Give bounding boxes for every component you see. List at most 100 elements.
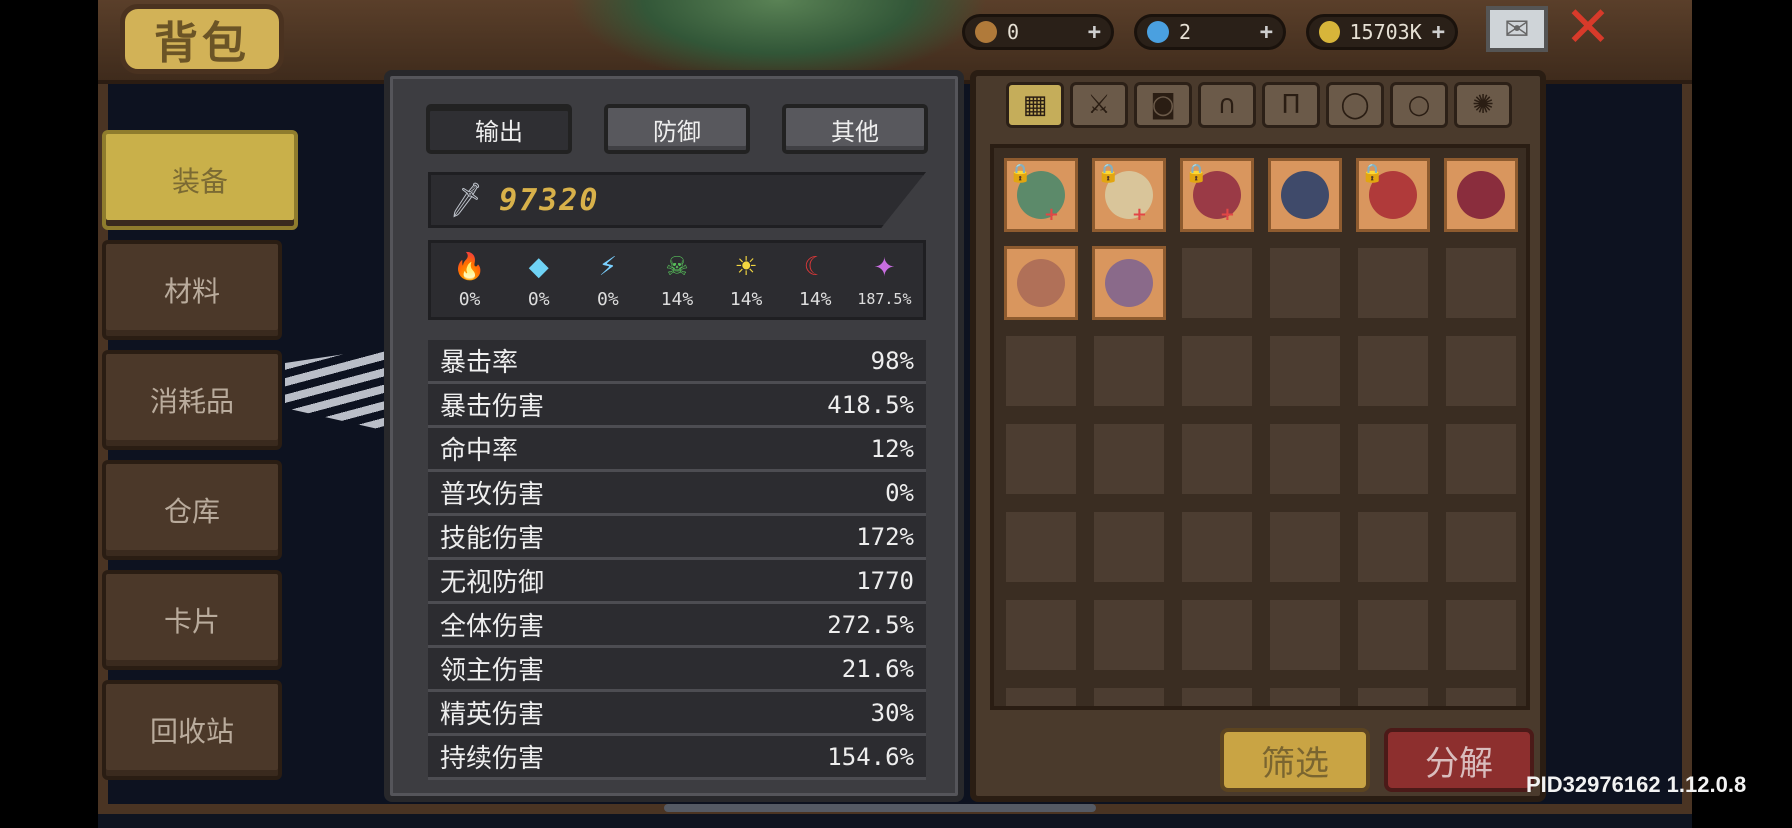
add-currency-button[interactable]: + (1432, 20, 1445, 45)
inventory-slot[interactable] (1444, 158, 1518, 232)
empty-inventory-slot[interactable] (1004, 422, 1078, 496)
player-id-version: PID32976162 1.12.0.8 (1526, 772, 1747, 797)
arcane-icon: ✦ (873, 253, 896, 283)
element-stat: ⚡ 0% (576, 251, 640, 310)
stat-row: 全体伤害 272.5% (428, 604, 926, 648)
empty-inventory-slot[interactable] (1268, 510, 1342, 584)
all-grid-icon[interactable]: ▦ (1006, 82, 1064, 128)
empty-inventory-slot[interactable] (1268, 422, 1342, 496)
sidebar-item-5[interactable]: 回收站 (102, 680, 282, 780)
holy-sun-icon: ☀ (734, 251, 758, 282)
empty-inventory-slot[interactable] (1268, 598, 1342, 672)
empty-inventory-slot[interactable] (1444, 598, 1518, 672)
empty-inventory-slot[interactable] (1444, 510, 1518, 584)
empty-inventory-slot[interactable] (1444, 334, 1518, 408)
empty-inventory-slot[interactable] (1180, 422, 1254, 496)
combat-power-value: 97320 (499, 182, 600, 218)
stat-row: 领主伤害 21.6% (428, 648, 926, 692)
filter-button[interactable]: 筛选 (1220, 728, 1370, 792)
dismantle-button[interactable]: 分解 (1384, 728, 1534, 792)
stat-value: 30% (870, 698, 914, 727)
empty-inventory-slot[interactable] (1092, 422, 1166, 496)
element-stat: ☾ 14% (783, 251, 847, 310)
mail-icon[interactable]: ✉ (1486, 6, 1548, 52)
empty-inventory-slot[interactable] (1356, 246, 1430, 320)
ice-crystal-icon: ◆ (528, 251, 549, 282)
empty-inventory-slot[interactable] (1004, 334, 1078, 408)
empty-inventory-slot[interactable] (1356, 422, 1430, 496)
element-value: 0% (597, 288, 619, 310)
inventory-grid: 🔒 + 🔒 + 🔒 + 🔒 (1004, 158, 1526, 706)
pants-icon[interactable]: Π (1262, 82, 1320, 128)
element-stat: 🔥 0% (438, 251, 502, 310)
sidebar-item-3[interactable]: 仓库 (102, 460, 282, 560)
inventory-slot[interactable]: 🔒 + (1180, 158, 1254, 232)
stone-item (1105, 259, 1153, 307)
empty-inventory-slot[interactable] (1356, 334, 1430, 408)
scrollbar[interactable] (664, 804, 1096, 812)
empty-inventory-slot[interactable] (1180, 246, 1254, 320)
inventory-slot[interactable]: 🔒 + (1004, 158, 1078, 232)
empty-inventory-slot[interactable] (1180, 598, 1254, 672)
currency-value: 0 (1007, 20, 1020, 44)
inventory-slot[interactable] (1004, 246, 1078, 320)
empty-inventory-slot[interactable] (1004, 510, 1078, 584)
empty-inventory-slot[interactable] (1444, 686, 1518, 706)
empty-inventory-slot[interactable] (1268, 246, 1342, 320)
stat-value: 98% (870, 346, 914, 375)
empty-inventory-slot[interactable] (1444, 246, 1518, 320)
inventory-slot[interactable]: 🔒 + (1092, 158, 1166, 232)
combat-power: 🗡 97320 (428, 172, 926, 228)
currency-2: 15703K + (1306, 14, 1458, 50)
lock-icon: 🔒 (1185, 163, 1208, 184)
empty-inventory-slot[interactable] (1092, 334, 1166, 408)
lightning-icon: ⚡ (598, 251, 617, 282)
empty-inventory-slot[interactable] (1268, 334, 1342, 408)
add-currency-button[interactable]: + (1088, 20, 1101, 45)
stat-value: 21.6% (841, 654, 914, 683)
tab-output[interactable]: 输出 (426, 104, 572, 154)
empty-inventory-slot[interactable] (1356, 598, 1430, 672)
stat-label: 暴击率 (440, 348, 519, 378)
empty-inventory-slot[interactable] (1268, 686, 1342, 706)
stat-label: 命中率 (440, 436, 519, 466)
empty-inventory-slot[interactable] (1004, 686, 1078, 706)
gear-icon[interactable]: ✺ (1454, 82, 1512, 128)
stat-value: 1770 (856, 566, 914, 595)
stat-row: 无视防御 1770 (428, 560, 926, 604)
inventory-slot[interactable] (1268, 158, 1342, 232)
tab-defense[interactable]: 防御 (604, 104, 750, 154)
inventory-slot[interactable] (1092, 246, 1166, 320)
stat-row: 暴击伤害 418.5% (428, 384, 926, 428)
add-currency-button[interactable]: + (1260, 20, 1273, 45)
weapon-sword-icon[interactable]: ⚔ (1070, 82, 1128, 128)
empty-inventory-slot[interactable] (1444, 422, 1518, 496)
element-value: 0% (527, 288, 550, 310)
empty-inventory-slot[interactable] (1180, 510, 1254, 584)
sidebar-item-2[interactable]: 消耗品 (102, 350, 282, 450)
inventory-grid-area[interactable]: 🔒 + 🔒 + 🔒 + 🔒 (990, 144, 1530, 710)
stat-label: 无视防御 (440, 568, 545, 598)
inventory-slot[interactable]: 🔒 (1356, 158, 1430, 232)
empty-inventory-slot[interactable] (1092, 686, 1166, 706)
sidebar-item-1[interactable]: 材料 (102, 240, 282, 340)
empty-inventory-slot[interactable] (1180, 686, 1254, 706)
sidebar-item-4[interactable]: 卡片 (102, 570, 282, 670)
empty-inventory-slot[interactable] (1004, 598, 1078, 672)
empty-inventory-slot[interactable] (1356, 686, 1430, 706)
ring-icon[interactable]: ○ (1390, 82, 1448, 128)
close-icon[interactable]: ✕ (1560, 0, 1616, 56)
upgrade-plus-icon: + (1043, 204, 1059, 225)
sidebar-item-0[interactable]: 装备 (102, 130, 298, 230)
necklace-icon[interactable]: ◯ (1326, 82, 1384, 128)
armor-icon[interactable]: ◙ (1134, 82, 1192, 128)
empty-inventory-slot[interactable] (1092, 510, 1166, 584)
tab-other[interactable]: 其他 (782, 104, 928, 154)
empty-inventory-slot[interactable] (1356, 510, 1430, 584)
empty-inventory-slot[interactable] (1092, 598, 1166, 672)
empty-inventory-slot[interactable] (1180, 334, 1254, 408)
upgrade-plus-icon: + (1131, 204, 1147, 225)
helmet-icon[interactable]: ∩ (1198, 82, 1256, 128)
stat-row: 普攻伤害 0% (428, 472, 926, 516)
stat-label: 持续伤害 (440, 744, 545, 774)
